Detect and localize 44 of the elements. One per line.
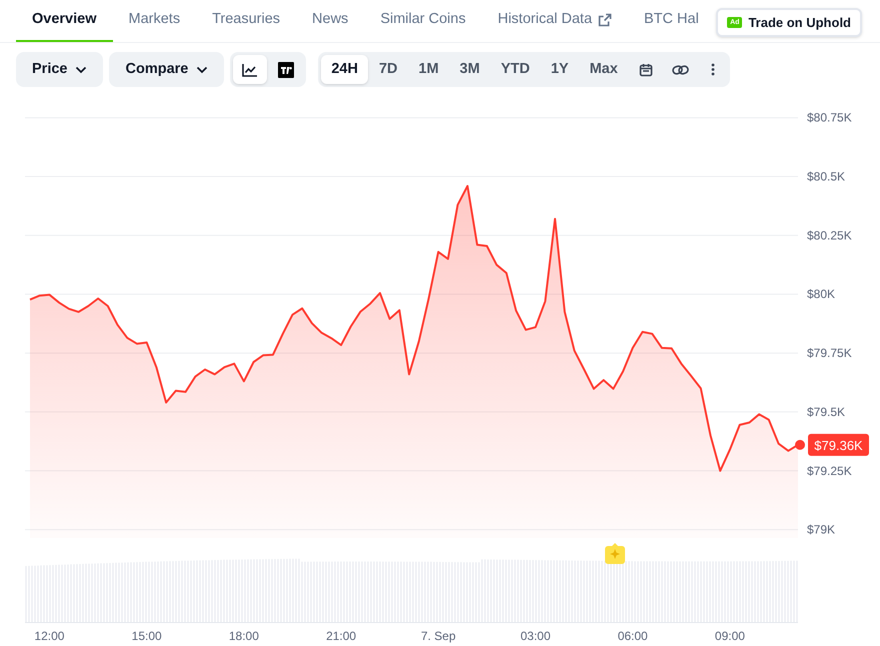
axis-label: $80.25K xyxy=(807,228,852,242)
tradingview-logo-icon xyxy=(278,62,294,78)
axis-label: 06:00 xyxy=(618,629,648,643)
range-button[interactable]: 1M xyxy=(408,55,449,84)
axis-label: 18:00 xyxy=(228,629,259,643)
axis-label: 03:00 xyxy=(520,629,551,643)
axis-label: 15:00 xyxy=(132,629,162,643)
tab[interactable]: Similar Coins xyxy=(364,0,482,42)
calendar-icon xyxy=(638,62,653,76)
axis-label: $80K xyxy=(807,287,836,302)
line-chart-icon xyxy=(242,62,258,76)
tab[interactable]: Overview xyxy=(16,0,112,42)
caret-icon xyxy=(75,66,88,74)
tab[interactable]: BTC Hal xyxy=(628,0,715,42)
tab[interactable]: Markets xyxy=(112,0,196,42)
more-icon xyxy=(710,63,715,76)
range-button[interactable]: YTD xyxy=(490,55,540,84)
axis-label: $80.5K xyxy=(807,170,846,184)
axis-label: 09:00 xyxy=(714,629,745,643)
range-button[interactable]: 1Y xyxy=(540,55,579,84)
axis-label: 7. Sep xyxy=(420,629,456,643)
axis-label: $79.5K xyxy=(807,404,846,419)
tab[interactable]: Historical Data xyxy=(482,0,628,42)
external-link-icon xyxy=(598,13,612,27)
axis-label: $79.25K xyxy=(807,464,852,478)
axis-label: $79.75K xyxy=(807,346,852,360)
range-button[interactable]: Max xyxy=(580,55,628,84)
caret-icon xyxy=(196,66,208,74)
range-button[interactable]: 3M xyxy=(450,55,490,84)
view-mode-button[interactable] xyxy=(233,55,268,84)
range-button[interactable]: 7D xyxy=(368,55,408,84)
dropdown-button[interactable]: Compare xyxy=(109,52,224,87)
dropdown-button[interactable]: Price xyxy=(16,52,104,87)
link-icon xyxy=(672,64,690,76)
current-point-marker xyxy=(795,440,805,450)
axis-label: $79K xyxy=(807,522,836,537)
axis-label: 12:00 xyxy=(34,629,64,643)
tab[interactable]: News xyxy=(296,0,364,42)
axis-label: $80.75K xyxy=(807,110,852,125)
range-button[interactable]: 24H xyxy=(321,55,368,84)
event-star-icon xyxy=(605,543,625,564)
axis-label: 21:00 xyxy=(326,629,356,643)
current-price-badge: $79.36K xyxy=(808,434,869,456)
tab[interactable]: Treasuries xyxy=(196,0,296,42)
